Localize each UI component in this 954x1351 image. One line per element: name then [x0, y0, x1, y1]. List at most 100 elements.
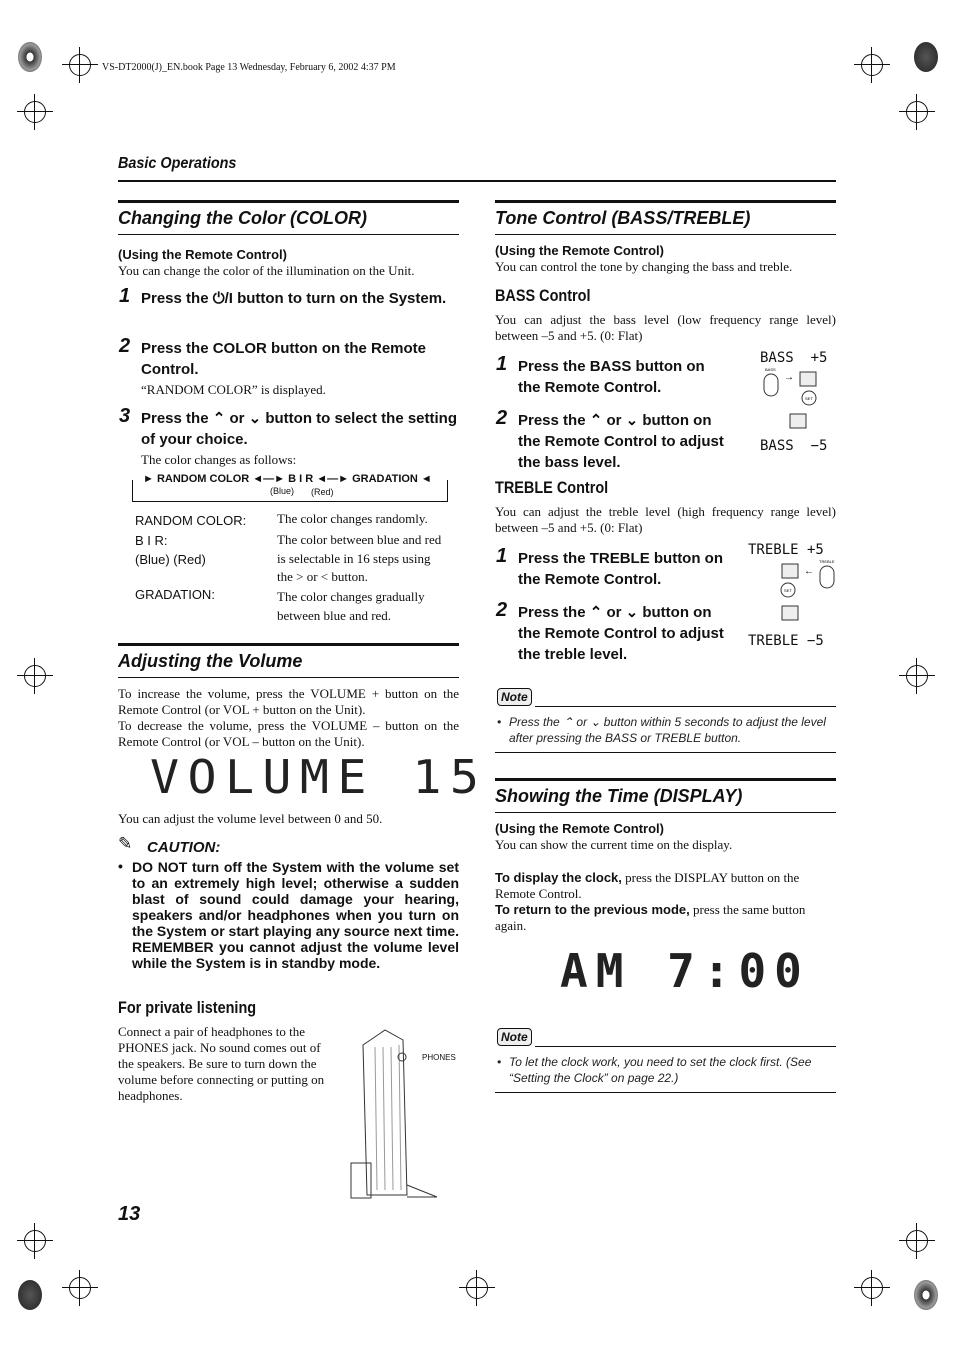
crop-mark-icon — [854, 47, 890, 83]
treble-button-icon — [819, 565, 835, 589]
bass-remote-illustration: BASS → SET — [763, 367, 817, 429]
unit-base — [406, 1184, 438, 1198]
flow-blue-label: (Blue) — [270, 486, 295, 496]
crop-mark-icon — [17, 1223, 53, 1259]
down-button-icon — [781, 605, 799, 621]
treble-text: You can adjust the treble level (high fr… — [495, 504, 836, 535]
step-number: 1 — [496, 353, 508, 375]
step-text: Press the ⌃ or ⌄ button on the Remote Co… — [518, 604, 724, 663]
def-term-gradation: GRADATION: — [135, 587, 215, 602]
display-intro: You can show the current time on the dis… — [495, 837, 733, 852]
private-listening-text: Connect a pair of headphones to the PHON… — [118, 1024, 325, 1103]
step-text: Press the ⌃ or ⌄ button to select the se… — [141, 410, 458, 448]
page-number: 13 — [118, 1203, 141, 1225]
display-using: (Using the Remote Control) — [495, 821, 664, 836]
color-step-1: 1 Press the ⏻/I button to turn on the Sys… — [119, 286, 456, 309]
color-step-2: 2 Press the COLOR button on the Remote Co… — [119, 336, 459, 380]
up-button-icon — [799, 371, 817, 387]
treble-display-minus: TREBLE −5 — [748, 633, 824, 649]
step-number: 2 — [496, 407, 508, 429]
volume-range-text: You can adjust the volume level between … — [118, 811, 383, 826]
bass-text: You can adjust the bass level (low frequ… — [495, 312, 836, 343]
treble-remote-illustration: TREBLE ← SET — [780, 559, 835, 621]
note-bullet: • — [497, 715, 502, 729]
manual-page: VS-DT2000(J)_EN.book Page 13 Wednesday, … — [0, 0, 954, 1351]
def-desc-br: The color between blue and red is select… — [277, 532, 442, 584]
registration-mark-icon — [18, 1280, 42, 1310]
treble-step-1: 1 Press the TREBLE button on the Remote C… — [496, 546, 733, 590]
treble-title: TREBLE Control — [495, 478, 609, 497]
section-header: Basic Operations — [118, 155, 237, 172]
treble-button-label: TREBLE — [819, 559, 835, 564]
display-section-title: Showing the Time (DISPLAY) — [495, 778, 836, 813]
caution-text: DO NOT turn off the System with the volu… — [132, 859, 459, 971]
color-step-2-sub: “RANDOM COLOR” is displayed. — [141, 382, 326, 397]
def-term-random: RANDOM COLOR: — [135, 513, 247, 528]
note-rule — [535, 706, 836, 707]
def-desc-gradation: The color changes gradually between blue… — [277, 589, 425, 623]
arrow-icon: ← — [804, 566, 814, 577]
flow-gradation: GRADATION — [352, 473, 418, 485]
crop-mark-icon — [899, 658, 935, 694]
tone-intro: You can control the tone by changing the… — [495, 259, 793, 274]
color-step-3-sub: The color changes as follows: — [141, 452, 297, 467]
step-text: Press the BASS button on the Remote Cont… — [518, 358, 705, 396]
display-clock-instruction: To display the clock, press the DISPLAY … — [495, 870, 836, 902]
note-badge: Note — [497, 1028, 532, 1046]
crop-mark-icon — [17, 94, 53, 130]
step-text: Press the TREBLE button on the Remote Co… — [518, 550, 724, 588]
crop-mark-icon — [899, 94, 935, 130]
color-step-3: 3 Press the ⌃ or ⌄ button to select the s… — [119, 406, 459, 450]
step-number: 2 — [119, 335, 131, 357]
crop-mark-icon — [62, 47, 98, 83]
tone-section-title: Tone Control (BASS/TREBLE) — [495, 200, 836, 235]
bass-display-minus: BASS −5 — [760, 438, 828, 454]
phones-label: PHONES — [422, 1053, 456, 1062]
step-text: Press the COLOR button on the Remote Con… — [141, 340, 427, 378]
bass-button-label: BASS — [765, 367, 776, 372]
note-bullet: • — [497, 1055, 502, 1069]
crop-mark-icon — [854, 1270, 890, 1306]
bass-step-2: 2 Press the ⌃ or ⌄ button on the Remote C… — [496, 408, 728, 473]
caution-bullet: • — [118, 858, 123, 874]
caution-pen-icon: ✎ — [118, 834, 133, 853]
step-text: Press the ⏻/I button to turn on the Syst… — [141, 290, 447, 307]
registration-mark-icon — [18, 42, 42, 72]
step-number: 1 — [119, 285, 131, 307]
note-badge: Note — [497, 688, 532, 706]
registration-mark-icon — [914, 42, 938, 72]
flow-red-label: (Red) — [311, 487, 334, 497]
step-text: Press the ⌃ or ⌄ button on the Remote Co… — [518, 412, 724, 471]
display-return-instruction: To return to the previous mode, press th… — [495, 902, 836, 934]
color-using: (Using the Remote Control) — [118, 247, 287, 262]
down-button-icon — [789, 413, 807, 429]
bass-display-plus: BASS +5 — [760, 350, 828, 366]
volume-section-title: Adjusting the Volume — [118, 643, 459, 678]
up-button-icon — [781, 563, 799, 579]
crop-mark-icon — [899, 1223, 935, 1259]
flow-b-r: B I R — [288, 473, 314, 485]
step-number: 3 — [119, 405, 131, 427]
unit-phones-illustration — [350, 1029, 438, 1199]
note-rule — [535, 1046, 836, 1047]
flow-random-color: RANDOM COLOR — [156, 473, 250, 485]
tone-note-text: Press the ⌃ or ⌄ button within 5 seconds… — [509, 715, 826, 745]
crop-mark-icon — [17, 658, 53, 694]
crop-mark-icon — [459, 1270, 495, 1306]
bass-button-icon — [763, 373, 779, 397]
bass-step-1: 1 Press the BASS button on the Remote Con… — [496, 354, 718, 398]
step-number: 1 — [496, 545, 508, 567]
instruction-bold: To display the clock, — [495, 870, 622, 885]
caution-title: CAUTION: — [147, 839, 221, 856]
note-end-rule — [495, 1092, 836, 1093]
crop-mark-icon — [62, 1270, 98, 1306]
treble-step-2: 2 Press the ⌃ or ⌄ button on the Remote C… — [496, 600, 728, 665]
private-listening-title: For private listening — [118, 998, 257, 1017]
volume-display: VOLUME 15 — [150, 750, 488, 804]
note-end-rule — [495, 752, 836, 753]
book-info: VS-DT2000(J)_EN.book Page 13 Wednesday, … — [102, 62, 396, 73]
set-label: SET — [805, 396, 813, 401]
color-flow-diagram: ► RANDOM COLOR ◄—► B I R ◄—► GRADATION ◄… — [132, 473, 448, 502]
bass-title: BASS Control — [495, 286, 591, 305]
instruction-bold: To return to the previous mode, — [495, 902, 690, 917]
